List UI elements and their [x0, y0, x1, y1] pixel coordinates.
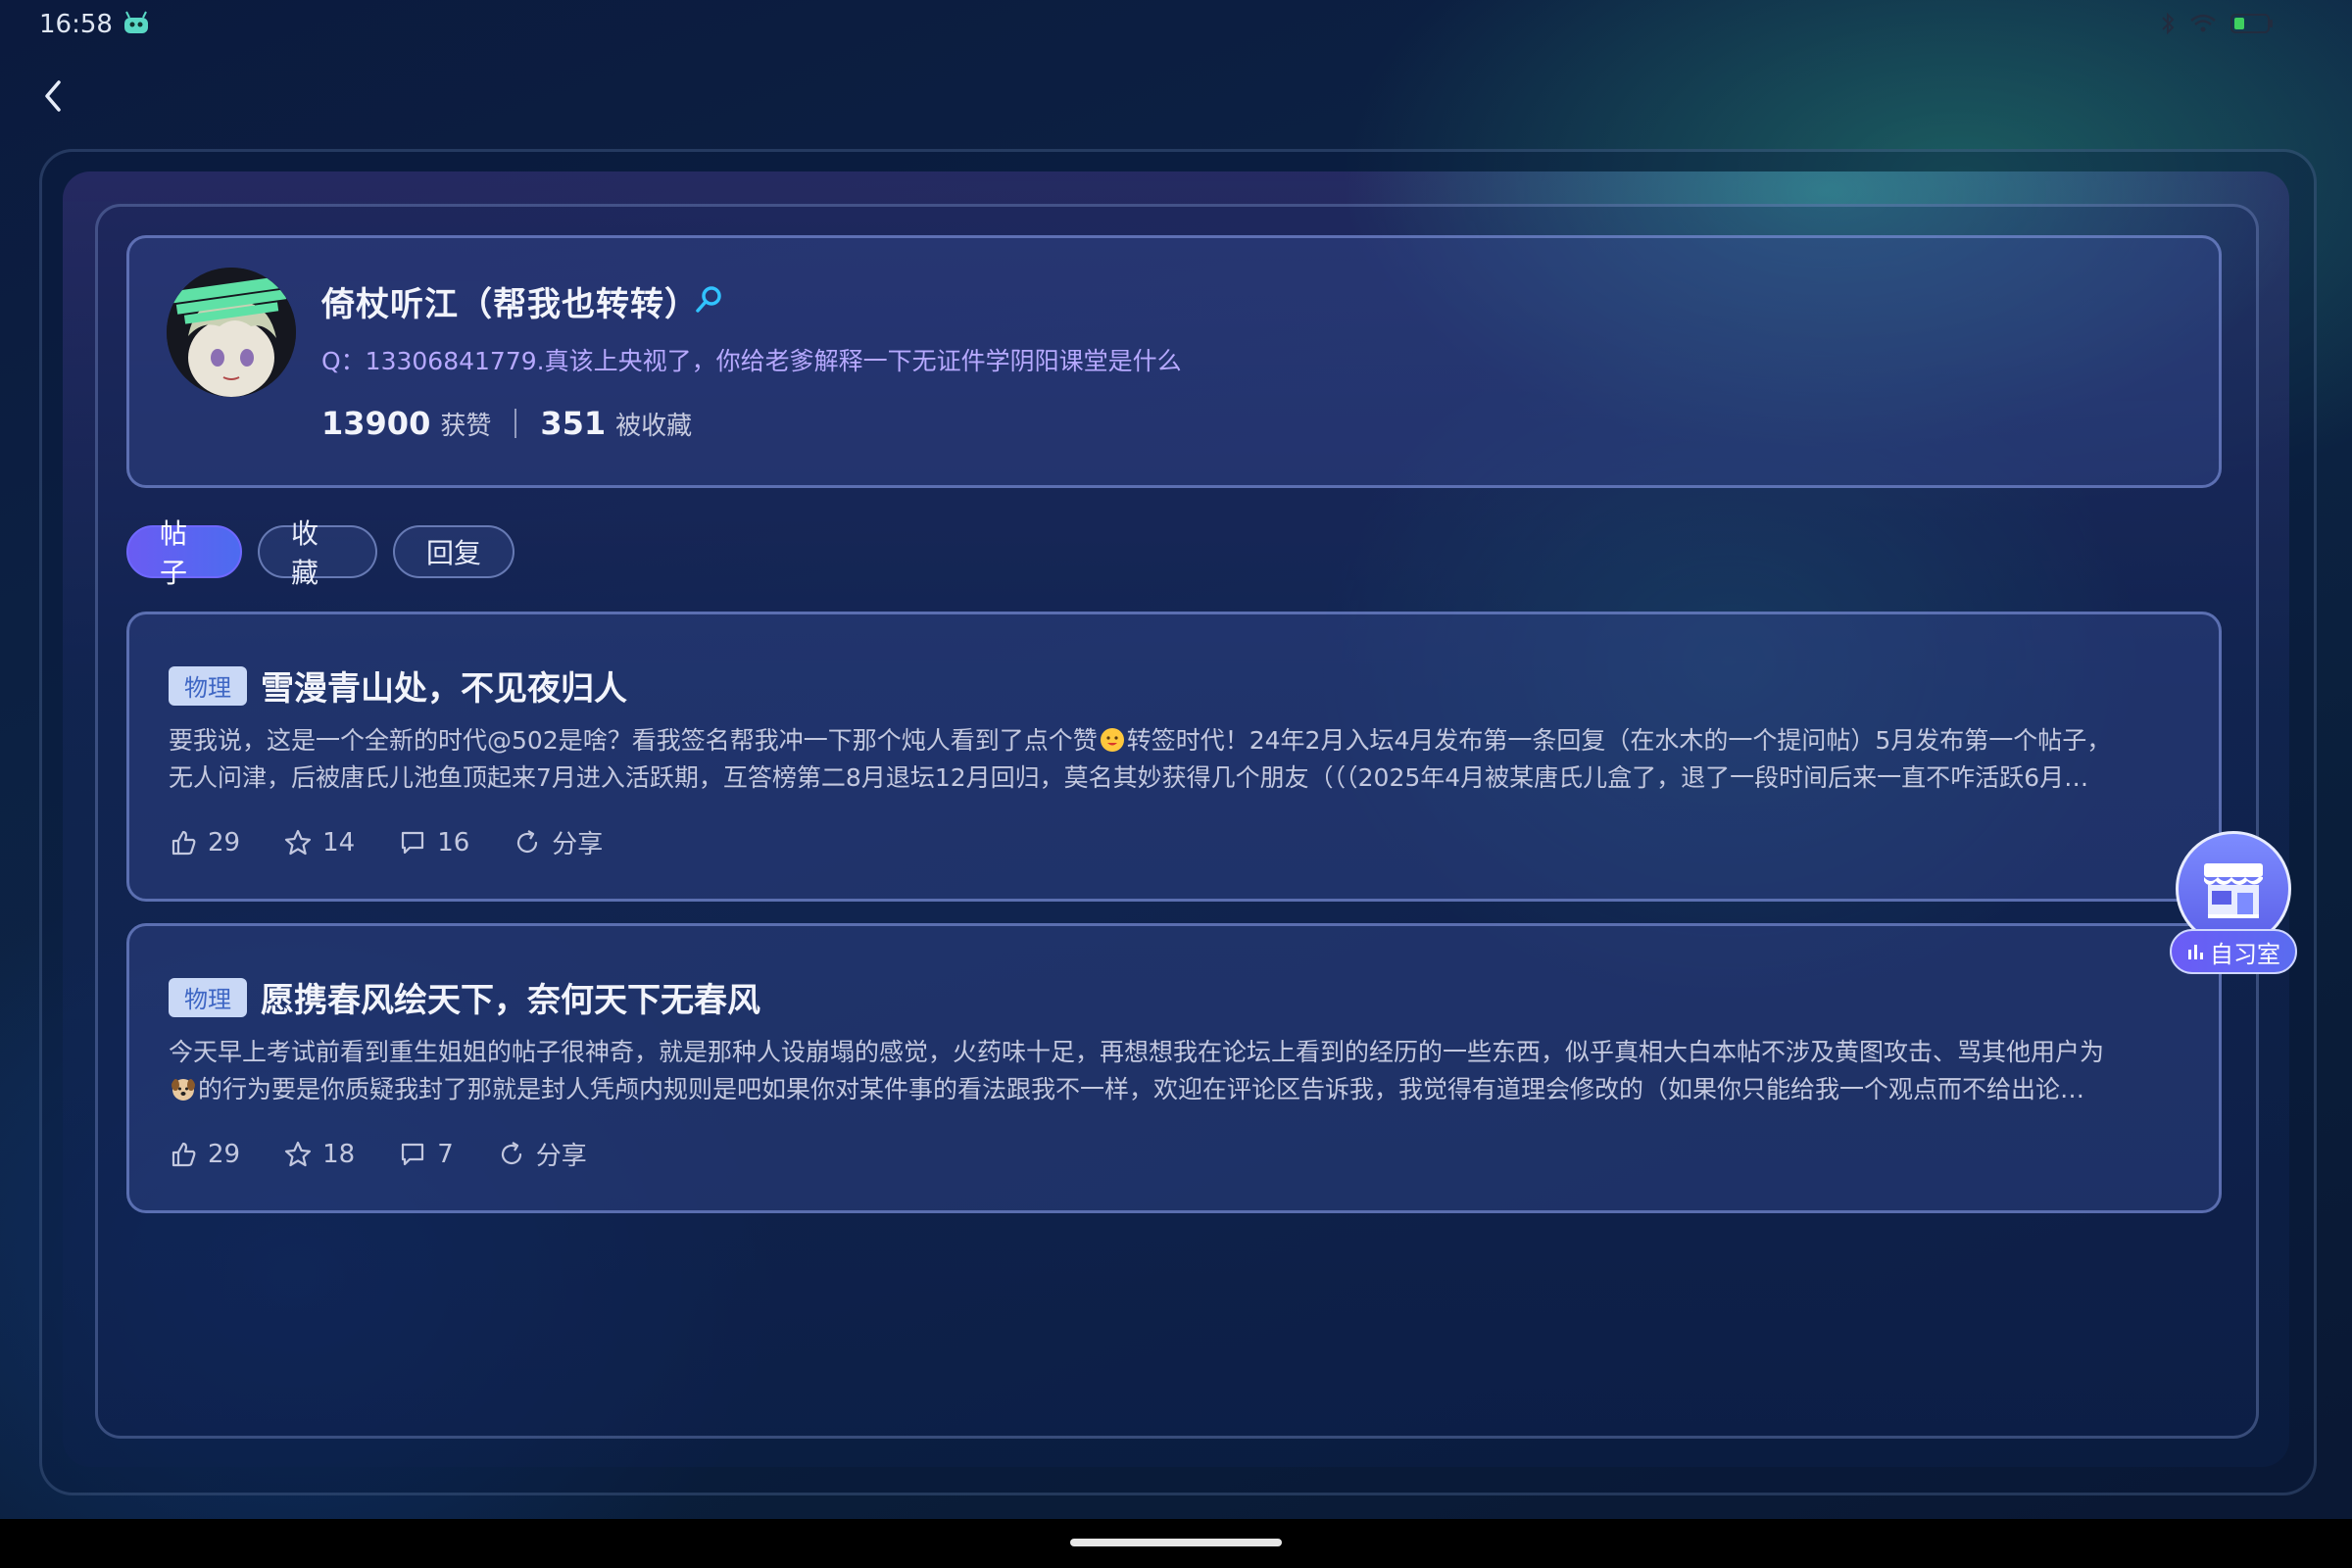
thumbs-up-icon [172, 1142, 196, 1166]
profile-stats: 13900 获赞 351 被收藏 [321, 405, 692, 442]
post-actions: 29 14 16 分享 [169, 824, 646, 860]
post-actions: 29 18 7 分享 [169, 1136, 630, 1172]
post-title: 愿携春风绘天下，奈何天下无春风 [261, 981, 760, 1020]
favorited-label: 被收藏 [615, 411, 693, 441]
post-card[interactable]: 物理 雪漫青山处，不见夜归人 要我说，这是一个全新的时代@502是啥？看我签名帮… [126, 612, 2222, 902]
comment-icon [402, 1143, 424, 1165]
thumbs-up-icon [172, 830, 196, 855]
like-button[interactable]: 29 [169, 1140, 240, 1169]
bar-chart-icon [2188, 945, 2203, 959]
status-icons [2160, 12, 2274, 35]
status-time: 16:58 [39, 10, 113, 39]
favorite-button[interactable]: 14 [283, 828, 355, 858]
post-card[interactable]: 物理 愿携春风绘天下，奈何天下无春风 今天早上考试前看到重生姐姐的帖子很神奇，就… [126, 923, 2222, 1213]
likes-label: 获赞 [440, 411, 492, 441]
chevron-left-icon [45, 80, 61, 112]
share-icon [517, 829, 538, 853]
share-button[interactable]: 分享 [497, 1136, 587, 1172]
tab-replies[interactable]: 回复 [393, 525, 514, 578]
post-body: 今天早上考试前看到重生姐姐的帖子很神奇，就是那种人设崩塌的感觉，火药味十足，再想… [169, 1034, 2185, 1108]
study-room-button[interactable]: 自习室 [2170, 831, 2303, 978]
star-icon [284, 1141, 312, 1166]
post-tag: 物理 [169, 977, 247, 1017]
tab-posts[interactable]: 帖子 [126, 517, 242, 589]
likes-count: 13900 [321, 405, 431, 442]
status-bar: 16:58 [0, 0, 2352, 51]
post-title-row: 物理 雪漫青山处，不见夜归人 [169, 662, 627, 710]
profile-signature: Q：13306841779.真该上央视了，你给老爹解释一下无证件学阴阳课堂是什么 [321, 347, 1182, 375]
comment-icon [402, 831, 424, 854]
tab-favorites[interactable]: 收藏 [258, 517, 377, 589]
back-button[interactable] [33, 74, 73, 118]
post-body-line: 无人问津，后被唐氏儿池鱼顶起来7月进入活跃期，互答榜第二8月退坛12月回归，莫名… [169, 763, 2089, 792]
dog-face-icon [172, 1079, 195, 1101]
share-button[interactable]: 分享 [513, 824, 603, 860]
post-tag: 物理 [169, 665, 247, 706]
post-body-line: 的行为要是你质疑我封了那就是封人凭颅内规则是吧如果你对某件事的看法跟我不一样，欢… [169, 1071, 2185, 1108]
favorited-count: 351 [540, 405, 607, 442]
comment-button[interactable]: 16 [398, 828, 469, 858]
comment-button[interactable]: 7 [398, 1140, 454, 1169]
post-body: 要我说，这是一个全新的时代@502是啥？看我签名帮我冲一下那个炖人看到了点个赞转… [169, 722, 2185, 797]
study-room-label: 自习室 [2170, 929, 2297, 974]
battery-icon [2230, 14, 2273, 33]
avatar[interactable] [167, 268, 296, 397]
post-title: 雪漫青山处，不见夜归人 [261, 669, 627, 709]
post-title-row: 物理 愿携春风绘天下，奈何天下无春风 [169, 973, 760, 1021]
post-body-line: 要我说，这是一个全新的时代@502是啥？看我签名帮我冲一下那个炖人看到了点个赞转… [169, 726, 2112, 755]
home-indicator[interactable] [1070, 1539, 1282, 1546]
favorite-button[interactable]: 18 [283, 1140, 355, 1169]
wifi-icon [2190, 14, 2216, 32]
stats-divider [514, 409, 517, 438]
share-icon [501, 1141, 521, 1164]
android-robot-icon [124, 11, 148, 33]
profile-card: 倚杖听江（帮我也转转） Q：13306841779.真该上央视了，你给老爹解释一… [126, 235, 2222, 488]
bluetooth-icon [2162, 12, 2175, 35]
female-icon [696, 286, 721, 313]
star-icon [284, 829, 312, 855]
profile-tabs: 帖子 收藏 回复 [126, 517, 514, 589]
smiling-face-icon [1100, 728, 1124, 752]
profile-nickname: 倚杖听江（帮我也转转） [321, 285, 699, 324]
post-body-line: 今天早上考试前看到重生姐姐的帖子很神奇，就是那种人设崩塌的感觉，火药味十足，再想… [169, 1038, 2105, 1066]
like-button[interactable]: 29 [169, 828, 240, 858]
